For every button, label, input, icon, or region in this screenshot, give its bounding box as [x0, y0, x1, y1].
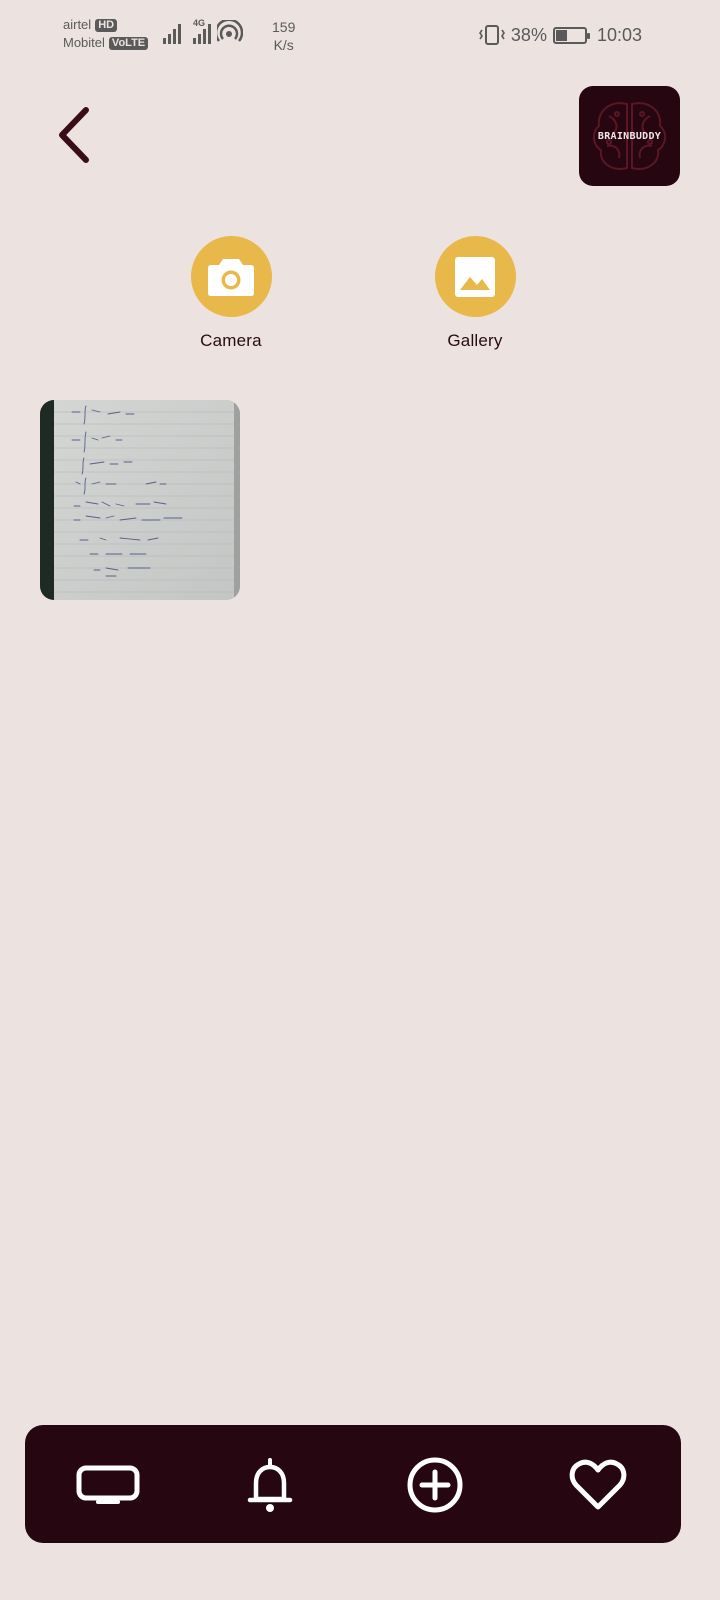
- tv-icon: [76, 1465, 140, 1504]
- speed-unit: K/s: [273, 37, 294, 53]
- carrier2-badge: VoLTE: [108, 36, 149, 50]
- carrier1-name: airtel: [63, 17, 92, 32]
- carrier-info: airtel HD Mobitel VoLTE: [63, 16, 149, 52]
- image-icon: [455, 256, 495, 297]
- nav-favorites-button[interactable]: [563, 1450, 633, 1520]
- battery-icon: [552, 26, 590, 44]
- camera-button[interactable]: Camera: [171, 236, 291, 351]
- carrier2-name: Mobitel: [63, 35, 105, 50]
- nav-tv-button[interactable]: [73, 1450, 143, 1520]
- network-speed: 159 K/s: [272, 18, 295, 54]
- signal-bars-icon: [163, 20, 181, 44]
- handwritten-notes-image: [40, 400, 240, 600]
- nav-notifications-button[interactable]: [235, 1450, 305, 1520]
- status-bar: airtel HD Mobitel VoLTE 4G 159 K/s 38% 1…: [0, 0, 720, 60]
- camera-icon-circle[interactable]: [190, 236, 272, 317]
- camera-label: Camera: [200, 331, 262, 350]
- bell-icon: [247, 1458, 293, 1512]
- chevron-left-icon: [59, 107, 89, 163]
- camera-icon: [208, 258, 254, 296]
- battery-percent: 38%: [510, 24, 547, 45]
- gallery-button[interactable]: Gallery: [415, 236, 535, 351]
- logo-text: BRAINBUDDY: [597, 130, 662, 142]
- bottom-navigation: [25, 1425, 681, 1543]
- nav-add-button[interactable]: [400, 1450, 470, 1520]
- system-indicators: 38% 10:03: [478, 24, 642, 46]
- signal-indicators: 4G: [163, 18, 243, 44]
- carrier1-badge: HD: [95, 18, 118, 32]
- photo-thumbnail[interactable]: [40, 400, 240, 600]
- clock: 10:03: [596, 24, 642, 45]
- gallery-label: Gallery: [447, 331, 503, 350]
- network-type-label: 4G: [193, 18, 206, 28]
- plus-circle-icon: [407, 1457, 463, 1513]
- hotspot-icon: [217, 20, 243, 42]
- back-button[interactable]: [50, 105, 100, 165]
- gallery-icon-circle[interactable]: [434, 236, 516, 317]
- heart-icon: [569, 1459, 627, 1510]
- signal-bars-4g-icon: 4G: [193, 18, 211, 44]
- vibrate-icon: [478, 25, 505, 45]
- app-logo: BRAINBUDDY: [579, 86, 680, 186]
- speed-value: 159: [272, 19, 296, 35]
